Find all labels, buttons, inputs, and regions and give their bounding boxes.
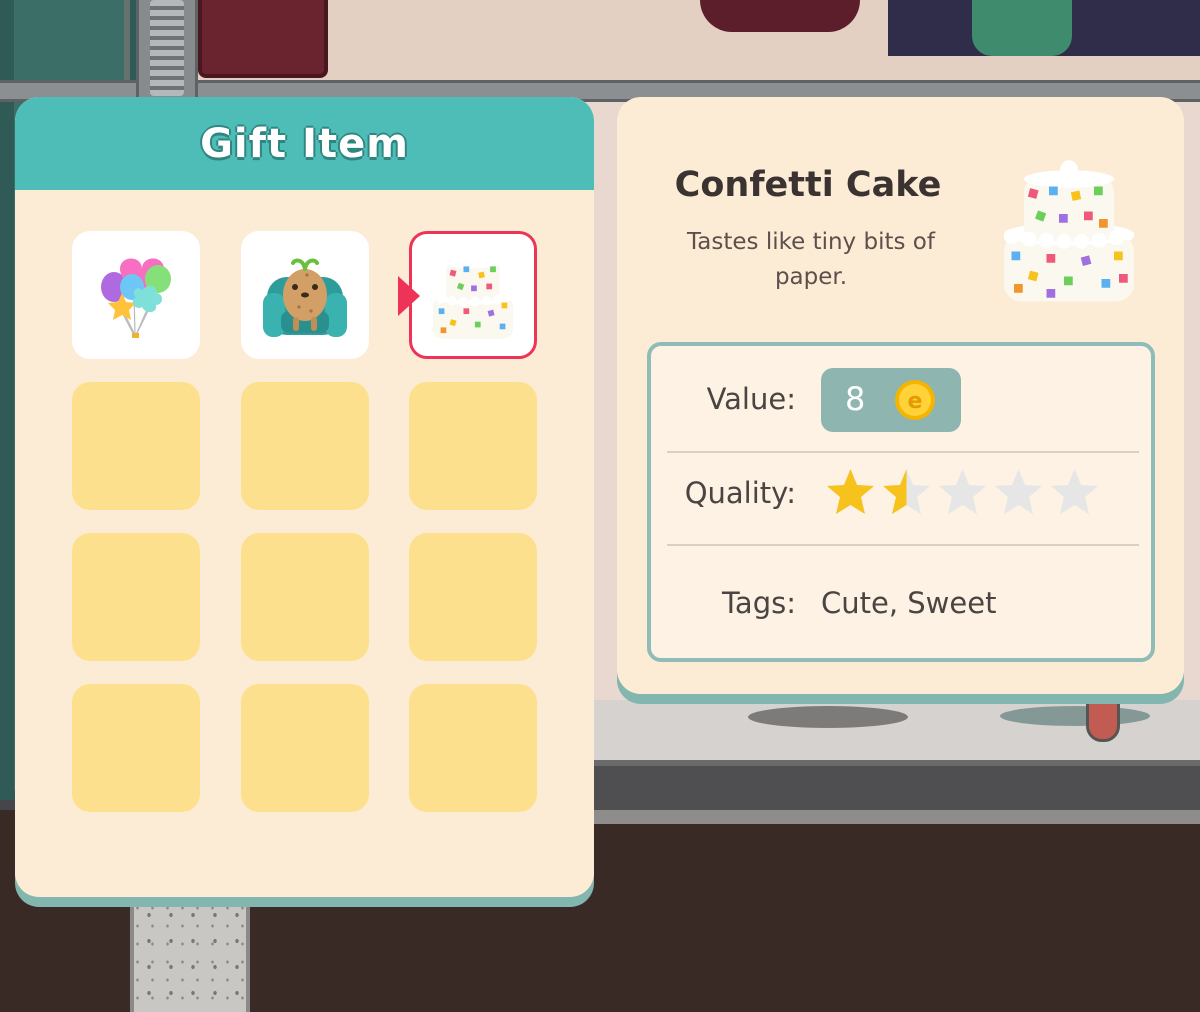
balloons-icon xyxy=(101,258,171,338)
background-puddle xyxy=(1000,706,1150,726)
background-dresser xyxy=(198,0,328,78)
gift-slot-empty[interactable] xyxy=(241,382,369,510)
quality-label: Quality: xyxy=(684,476,796,510)
item-description: Tastes like tiny bits of paper. xyxy=(687,229,935,290)
gift-slot-empty[interactable] xyxy=(72,684,200,812)
gift-slot-empty[interactable] xyxy=(409,382,537,510)
gift-panel-title: Gift Item xyxy=(200,120,409,167)
tags-label: Tags: xyxy=(722,586,796,620)
confetti-cake-icon xyxy=(432,249,514,339)
star-empty-icon xyxy=(939,469,986,514)
background-concrete-block xyxy=(130,896,250,1012)
gift-slot-balloons[interactable] xyxy=(72,231,200,359)
background-shadow xyxy=(748,706,908,728)
background-shield xyxy=(1086,700,1120,742)
value-badge: 8 e xyxy=(821,368,961,432)
background-floor-band xyxy=(594,810,1200,824)
gift-panel-header: Gift Item xyxy=(15,97,594,190)
gift-slot-empty[interactable] xyxy=(241,684,369,812)
gift-slot-empty[interactable] xyxy=(409,533,537,661)
potato-armchair-icon xyxy=(263,258,347,337)
star-empty-icon xyxy=(1051,469,1098,514)
gift-slot-empty[interactable] xyxy=(409,684,537,812)
star-empty-icon xyxy=(995,469,1042,514)
background-stage-edge xyxy=(594,760,1200,810)
coin-icon: e xyxy=(895,380,935,420)
value-amount: 8 xyxy=(845,380,866,418)
background-character xyxy=(972,0,1072,56)
stats-divider xyxy=(667,544,1139,546)
gift-item-panel: Gift Item xyxy=(15,97,594,897)
gift-slot-potato-armchair[interactable] xyxy=(241,231,369,359)
tags-value: Cute, Sweet xyxy=(821,586,997,620)
item-stats-box: Value: 8 e Quality: Tags: Cute, Sweet xyxy=(647,342,1155,662)
gift-slot-empty[interactable] xyxy=(72,533,200,661)
value-label: Value: xyxy=(706,382,796,416)
stats-divider xyxy=(667,451,1139,453)
star-half-icon xyxy=(883,469,930,514)
svg-text:e: e xyxy=(908,389,923,414)
item-detail-panel: Confetti Cake Tastes like tiny bits of p… xyxy=(617,97,1184,694)
gift-slot-empty[interactable] xyxy=(241,533,369,661)
star-full-icon xyxy=(827,469,874,514)
quality-stars xyxy=(823,466,1102,518)
item-name: Confetti Cake xyxy=(674,165,942,205)
confetti-cake-large-icon xyxy=(1004,160,1134,302)
background-spring xyxy=(150,0,184,96)
background-table xyxy=(700,0,860,32)
gift-slot-empty[interactable] xyxy=(72,382,200,510)
gift-slot-confetti-cake[interactable] xyxy=(398,231,537,359)
